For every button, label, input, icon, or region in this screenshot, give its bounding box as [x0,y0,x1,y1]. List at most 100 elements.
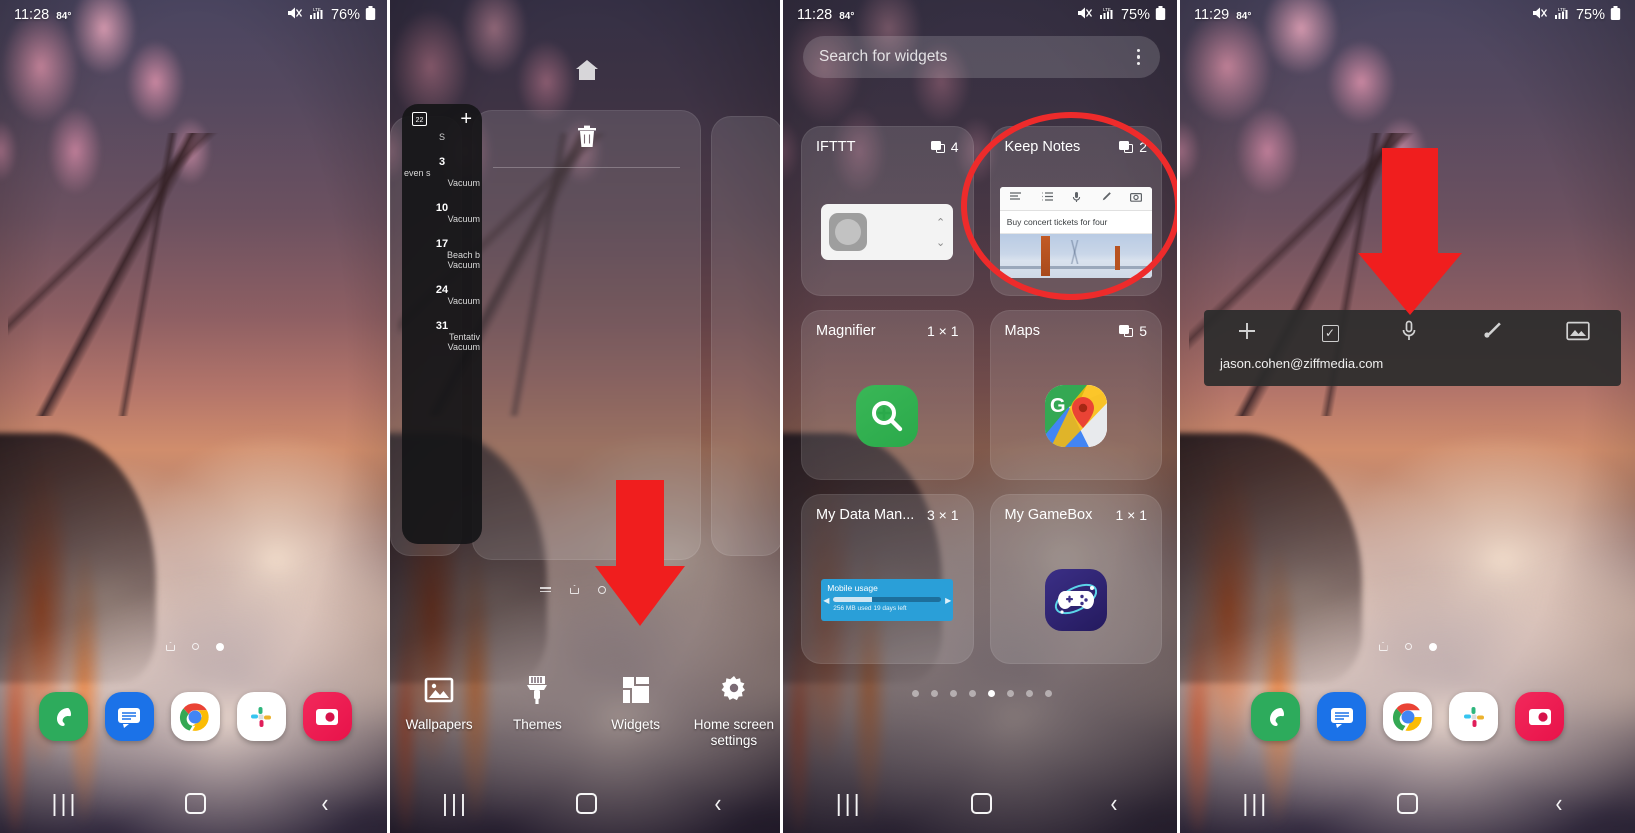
signal-icon: LTE [1553,6,1571,24]
app-icon-camera[interactable] [1515,692,1564,741]
page-dot[interactable] [1044,690,1052,697]
battery-icon [365,5,376,25]
page-indicator[interactable] [0,642,390,651]
app-icon-messages[interactable] [104,692,154,741]
widget-card-ifttt[interactable]: IFTTT 4 ⌃ ⌄ [801,126,974,296]
app-icon-messages[interactable] [1317,692,1366,741]
remove-page-icon[interactable] [473,125,700,154]
home-page-icon[interactable] [390,58,783,87]
back-button[interactable]: ‹ [1090,783,1138,823]
page-dot-active[interactable] [1428,642,1437,651]
status-bar: 11:28 84° LTE 76% [0,0,390,30]
menu-item-home-screen-settings[interactable]: Home screen settings [688,673,780,748]
app-icon-phone[interactable] [1251,692,1300,741]
home-button[interactable] [951,783,1011,823]
widgets-icon [590,673,682,707]
page-dot[interactable] [1006,690,1014,697]
page-dot[interactable] [968,690,976,697]
widget-card-magnifier[interactable]: Magnifier 1 × 1 [801,310,974,480]
widget-count: 4 [950,139,959,155]
voice-note-icon[interactable] [1401,320,1417,347]
page-dot-home[interactable] [1379,642,1388,651]
calendar-week[interactable]: 10 Vacuum [402,202,482,224]
calendar-add-button[interactable]: + [460,109,472,129]
calendar-event: Vacuum [447,296,480,306]
page-dot-list[interactable] [540,586,551,593]
new-note-icon[interactable] [1235,319,1259,348]
status-temperature: 84° [56,11,72,22]
app-icon-chrome[interactable] [1383,692,1432,741]
page-dot-active[interactable] [987,690,995,697]
widget-card-my-gamebox[interactable]: My GameBox 1 × 1 [989,494,1162,664]
annotation-arrow-placed-widget [1355,148,1465,315]
battery-percent: 76% [330,7,360,23]
widget-card-maps[interactable]: Maps 5 G [989,310,1162,480]
page-indicator[interactable] [1180,642,1635,651]
image-note-icon[interactable] [1566,321,1590,346]
battery-icon [1155,5,1166,25]
home-page-card-next[interactable] [711,116,783,556]
menu-label: Wallpapers [405,717,473,732]
recents-button[interactable]: ||| [426,783,486,823]
page-dot[interactable] [911,690,919,697]
status-temperature: 84° [839,11,855,22]
status-time: 11:28 [797,7,833,23]
themes-icon [491,673,583,707]
recents-button[interactable]: ||| [1226,783,1286,823]
more-options-icon[interactable] [1133,45,1145,70]
stack-icon [930,141,945,153]
search-widgets-field[interactable]: Search for widgets [803,36,1160,78]
calendar-week[interactable]: 3 even s Vacuum [402,156,482,188]
page-dot[interactable] [949,690,957,697]
wallpaper-icon [393,673,485,707]
app-icon-phone[interactable] [38,692,88,741]
widget-title: My Data Man... [816,507,915,523]
app-icon-slack[interactable] [236,692,286,741]
menu-item-wallpapers[interactable]: Wallpapers [393,673,485,733]
back-button[interactable]: ‹ [1535,783,1583,823]
widget-card-my-data-manager[interactable]: My Data Man... 3 × 1 Mobile usage 256 MB… [801,494,974,664]
calendar-event-left: even s [404,168,431,178]
page-dot[interactable] [1025,690,1033,697]
magnifier-icon [856,385,919,447]
new-list-icon[interactable]: ✓ [1321,324,1339,342]
recents-button[interactable]: ||| [819,783,879,823]
svg-text:LTE: LTE [313,7,321,12]
keep-notes-widget[interactable]: ✓ jason.cohen@ziffmedia.com [1204,310,1621,386]
app-icon-slack[interactable] [1449,692,1498,741]
page-dot[interactable] [1404,643,1412,650]
page-dot-active[interactable] [216,642,224,651]
widget-count: 5 [1139,323,1147,339]
calendar-week[interactable]: 24 Vacuum [402,284,482,306]
page-dot-home[interactable] [166,642,175,651]
svg-text:LTE: LTE [1103,7,1111,12]
calendar-widget[interactable]: 22 + S 3 even s Vacuum 10 Vacuum 17 Beac… [402,104,482,544]
chevron-right-icon: ▶ [945,596,952,605]
panel-home-screen: 11:28 84° LTE 76% ||| ‹ [0,0,390,833]
mute-icon [287,6,303,24]
back-button[interactable]: ‹ [301,783,349,823]
calendar-day-header: S [438,132,445,142]
calendar-week[interactable]: 31 Tentativ Vacuum [402,320,482,352]
stack-icon [1119,325,1134,337]
page-dot[interactable] [192,643,199,650]
back-button[interactable]: ‹ [694,783,742,823]
menu-item-themes[interactable]: Themes [491,673,583,733]
signal-icon: LTE [308,6,326,24]
home-button[interactable] [557,783,617,823]
app-icon-chrome[interactable] [170,692,220,741]
home-button[interactable] [1377,783,1437,823]
menu-item-widgets[interactable]: Widgets [590,673,682,733]
calendar-week[interactable]: 17 Beach b Vacuum [402,238,482,270]
page-indicator-edit[interactable] [390,585,783,594]
widget-page-indicator[interactable] [783,690,1180,697]
page-dot[interactable] [930,690,938,697]
app-icon-camera[interactable] [302,692,352,741]
home-button[interactable] [165,783,225,823]
page-dot-home[interactable] [570,585,579,594]
recents-button[interactable]: ||| [35,783,95,823]
status-time: 11:28 [14,7,50,23]
calendar-event: Vacuum [447,260,480,270]
drawing-note-icon[interactable] [1479,320,1503,347]
calendar-date: 31 [435,320,449,332]
